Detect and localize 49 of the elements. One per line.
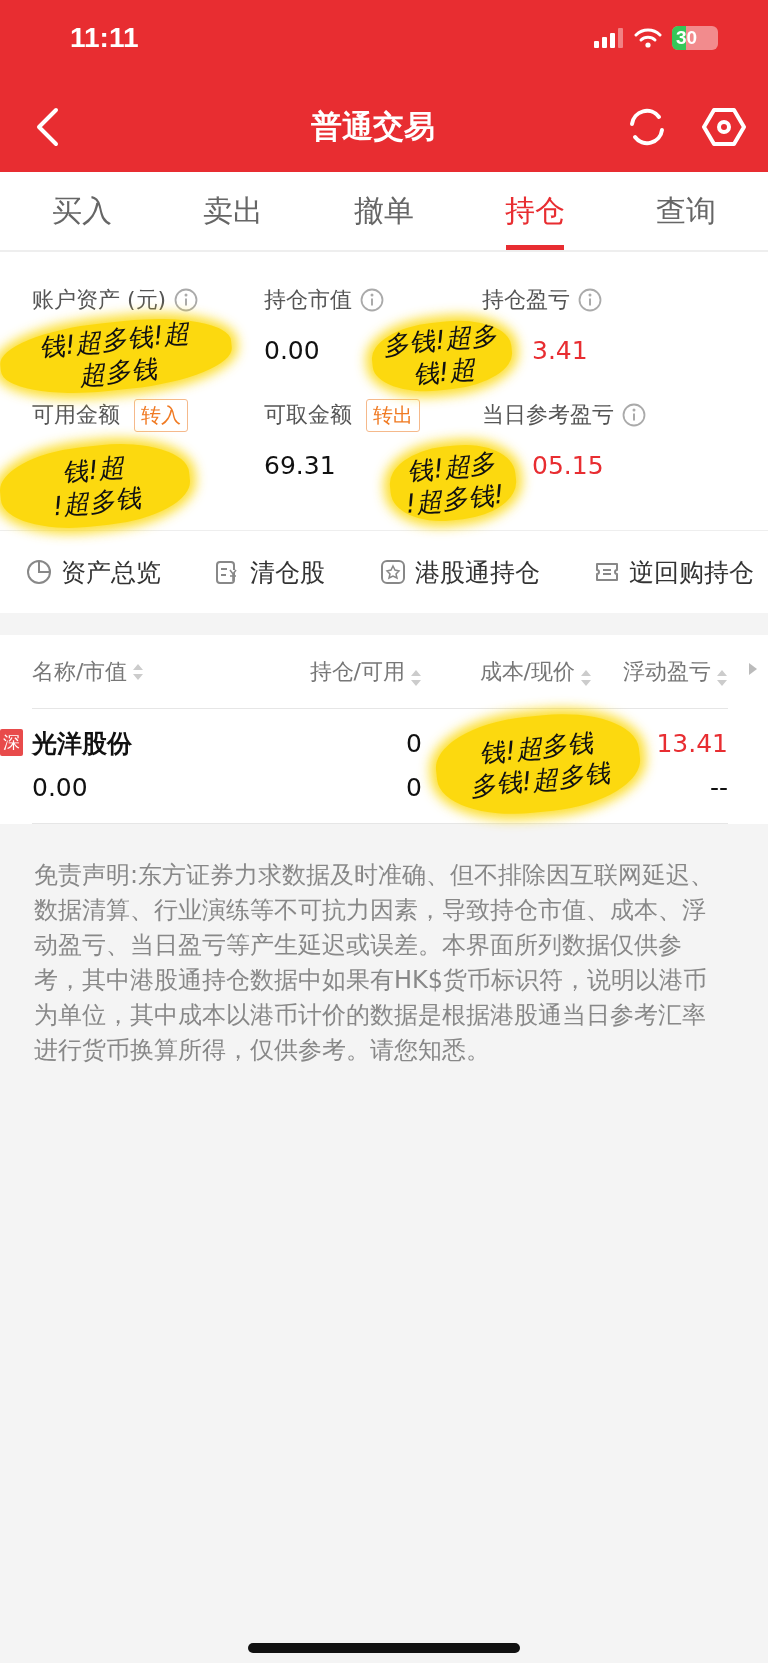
column-header[interactable]: 成本/现价 [479, 656, 575, 687]
tab[interactable]: 撤单 [308, 172, 460, 250]
pie-chart-icon [26, 559, 52, 585]
sort-icon[interactable] [132, 662, 145, 681]
pnl-rate: -- [709, 772, 728, 804]
column-header[interactable]: 持仓/可用 [309, 656, 405, 687]
field-label: 持仓盈亏 [482, 286, 570, 314]
field-value: 05.15 [532, 451, 604, 480]
sort-icon[interactable] [716, 668, 728, 687]
info-icon[interactable] [578, 288, 602, 312]
signal-icon [594, 28, 624, 48]
wifi-icon [634, 28, 662, 48]
tab[interactable]: 买入 [6, 172, 158, 250]
column-header[interactable]: 浮动盈亏 [623, 656, 711, 687]
back-icon[interactable] [34, 107, 60, 147]
field-label: 账户资产 (元) [32, 286, 167, 314]
settings-icon[interactable] [702, 107, 746, 147]
info-icon[interactable] [174, 288, 199, 312]
floating-pnl: 13.41 [656, 728, 728, 760]
sticker-text: 钱!超 [411, 353, 477, 391]
info-icon[interactable] [622, 403, 646, 427]
disclaimer-text: 免责声明:东方证券力求数据及时准确、但不排除因互联网延迟、数据清算、行业演练等不可抗力因素，导致持仓市值、成本、浮动盈亏、当日盈亏等产生延迟或误差。本界面所列数据仅供参考，其中港股通持仓数据中如果有HK$货币标识符，说明以港币为单位，其中成本以港币计价的数据是根据港股通当日参考汇率进行货币换算所得，仅供参考。请您知悉。 [34, 860, 716, 1066]
quick-link[interactable]: 清仓股 [215, 555, 326, 589]
page-title: 普通交易 [310, 107, 436, 146]
holding-qty: 0 [406, 728, 422, 760]
market-value: 0.00 [32, 772, 89, 804]
market-badge: 深 [0, 729, 23, 756]
field-label: 持仓市值 [264, 286, 352, 314]
info-icon[interactable] [360, 288, 384, 312]
tab[interactable]: 持仓 [459, 172, 611, 250]
available-qty: 0 [406, 772, 422, 804]
quick-link[interactable]: 资产总览 [26, 555, 161, 589]
stock-name[interactable]: 光洋股份 [32, 727, 237, 761]
tab[interactable]: 查询 [610, 172, 762, 250]
sort-icon[interactable] [580, 668, 592, 687]
quick-link[interactable]: 逆回购持仓 [594, 555, 754, 589]
tab[interactable]: 卖出 [157, 172, 309, 250]
sort-icon[interactable] [410, 668, 422, 687]
field-value: 0.00 [264, 336, 320, 365]
status-time: 11:11 [70, 22, 140, 54]
field-label: 可用金额 [32, 401, 120, 429]
field-label: 当日参考盈亏 [482, 401, 614, 429]
scroll-right-icon[interactable] [748, 662, 758, 676]
column-header[interactable]: 名称/市值 [32, 656, 128, 687]
field-value: 69.31 [264, 451, 336, 480]
flower-icon [379, 559, 406, 585]
field-label: 可取金额 [264, 401, 352, 429]
quick-link[interactable]: 港股通持仓 [379, 555, 540, 589]
field-value: 3.41 [532, 336, 588, 365]
